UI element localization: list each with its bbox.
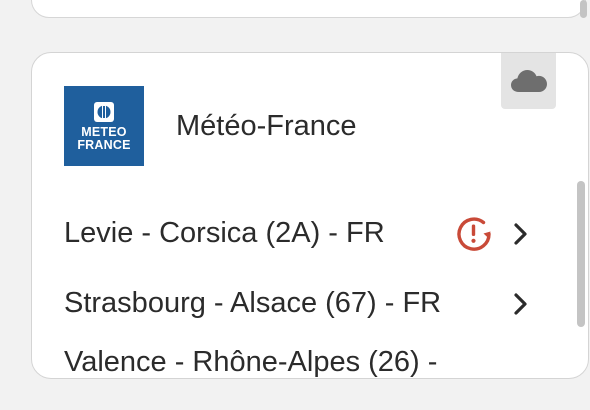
location-label: Levie - Corsica (2A) - FR: [64, 217, 385, 249]
meteo-france-logo: METEO FRANCE: [64, 86, 144, 166]
previous-provider-card: [31, 0, 586, 18]
logo-text-line2: FRANCE: [77, 137, 131, 152]
card-scrollbar[interactable]: [577, 181, 585, 327]
cloud-button[interactable]: [501, 53, 556, 109]
logo-text-line1: METEO: [81, 124, 127, 139]
location-row-levie[interactable]: Levie - Corsica (2A) - FR: [32, 208, 532, 258]
chevron-right-icon[interactable]: [510, 291, 532, 317]
cloud-icon: [510, 70, 547, 92]
location-label: Strasbourg - Alsace (67) - FR: [64, 287, 442, 319]
chevron-right-icon[interactable]: [510, 221, 532, 247]
meteo-france-logo-icon: [94, 101, 114, 122]
page: METEO FRANCE Météo-France Levie - Corsic…: [0, 0, 590, 410]
provider-name: Météo-France: [176, 110, 357, 142]
warning-refresh-icon[interactable]: [453, 216, 495, 252]
location-row-strasbourg[interactable]: Strasbourg - Alsace (67) - FR: [32, 278, 532, 328]
previous-card-scrollbar[interactable]: [580, 0, 587, 18]
location-label: Valence - Rhône-Alpes (26) -: [64, 346, 438, 378]
chevron-right-icon[interactable]: [510, 377, 532, 379]
location-row-valence[interactable]: Valence - Rhône-Alpes (26) -: [32, 337, 532, 379]
provider-card-meteo-france: METEO FRANCE Météo-France Levie - Corsic…: [31, 52, 589, 379]
